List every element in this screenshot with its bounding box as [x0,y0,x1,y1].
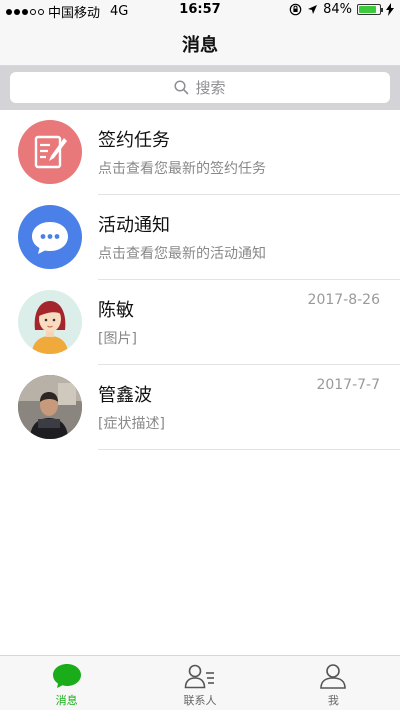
list-item-activity-notices[interactable]: 活动通知 点击查看您最新的活动通知 [0,195,400,280]
conversation-preview: [图片] [98,331,137,347]
search-bar: 搜索 [0,66,400,110]
conversation-time: 2017-8-26 [307,292,380,308]
list-item-contract-tasks[interactable]: 签约任务 点击查看您最新的签约任务 [0,110,400,195]
battery-icon [357,4,383,15]
page-title: 消息 [182,35,218,56]
tab-label: 消息 [55,694,78,707]
conversation-title: 管鑫波 [98,385,152,406]
conversation-title: 签约任务 [98,130,170,151]
conversation-time: 2017-7-7 [316,377,380,393]
tab-contacts[interactable]: 联系人 [133,656,266,710]
conversation-title: 陈敏 [98,300,134,321]
message-bubble-icon [52,664,81,688]
tab-me[interactable]: 我 [267,656,400,710]
tab-bar: 消息 联系人 我 [0,655,400,710]
search-input[interactable]: 搜索 [10,72,390,103]
charging-bolt-icon [386,3,394,16]
conversation-list: 签约任务 点击查看您最新的签约任务 活动通知 点击查看您最新的活动通知 陈敏 [… [0,110,400,450]
nav-bar: 消息 [0,20,400,66]
contract-task-icon [18,120,82,184]
tab-label: 我 [327,694,339,707]
conversation-preview: [症状描述] [98,416,165,432]
list-item-guan-xinbo[interactable]: 管鑫波 [症状描述] 2017-7-7 [0,365,400,450]
rotation-lock-icon [289,3,302,16]
list-item-chen-min[interactable]: 陈敏 [图片] 2017-8-26 [0,280,400,365]
battery-percent: 84% [323,2,352,17]
profile-icon [320,664,347,689]
contacts-icon [184,664,214,689]
woman-avatar [18,290,82,354]
chat-bubble-icon [18,205,82,269]
battery-level-fill [359,6,376,13]
conversation-title: 活动通知 [98,215,170,236]
user-photo-avatar [18,375,82,439]
tab-label: 联系人 [183,694,217,707]
status-right: 84% [289,2,394,17]
search-icon [174,80,189,95]
conversation-preview: 点击查看您最新的签约任务 [98,161,266,177]
tab-messages[interactable]: 消息 [0,656,133,710]
status-bar: 中国移动 4G 16:57 84% [0,0,400,21]
conversation-preview: 点击查看您最新的活动通知 [98,246,266,262]
search-placeholder: 搜索 [195,79,226,97]
location-arrow-icon [308,5,318,14]
